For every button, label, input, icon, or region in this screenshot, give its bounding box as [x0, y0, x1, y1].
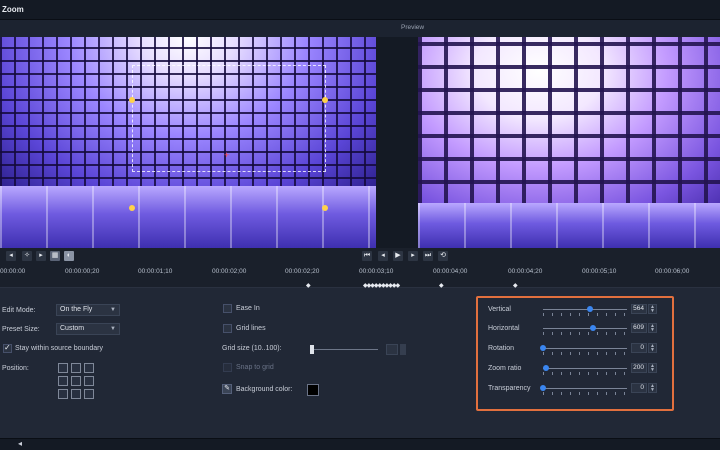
window-title: Zoom [2, 5, 24, 14]
zoom-out-icon[interactable]: ◂ [6, 251, 16, 261]
transparency-spinner[interactable]: ▲ ▼ [648, 383, 657, 393]
grid-size-slider-track[interactable] [312, 349, 378, 350]
transport-bar [0, 248, 720, 264]
timeline-ruler[interactable]: 00:00:00 00:00:00;20 00:00:01;10 00:00:0… [0, 264, 720, 289]
tick-label: 00:00:00 [0, 268, 26, 275]
vertical-spinner[interactable]: ▲ ▼ [648, 304, 657, 314]
preview-left-strip [396, 37, 418, 248]
chevron-down-icon: ▼ [110, 307, 116, 313]
selection-handle-br[interactable] [322, 205, 328, 211]
grid-size-label: Grid size (10..100): [222, 345, 282, 352]
preset-size-label: Preset Size: [2, 326, 40, 333]
horizontal-value[interactable]: 609 [631, 323, 647, 333]
background-color-swatch[interactable] [307, 384, 319, 396]
fit-view-icon[interactable]: ◐ [64, 251, 74, 261]
tick-label: 00:00:04;20 [508, 268, 543, 275]
preview-label: Preview [401, 24, 425, 31]
tick-label: 00:00:06;00 [655, 268, 690, 275]
rotation-label: Rotation [488, 345, 515, 352]
position-cell[interactable] [58, 389, 68, 399]
vertical-value[interactable]: 564 [631, 304, 647, 314]
horizontal-label: Horizontal [488, 325, 520, 332]
selection-handle-tl[interactable] [129, 97, 135, 103]
position-label: Position: [2, 365, 29, 372]
edit-mode-label: Edit Mode: [2, 307, 36, 314]
stay-within-boundary-checkbox[interactable] [3, 343, 12, 353]
preview-video-frame [418, 37, 720, 207]
grid-lines-checkbox[interactable] [223, 324, 232, 333]
preset-size-dropdown[interactable]: Custom ▼ [56, 323, 120, 335]
vertical-label: Vertical [488, 306, 511, 313]
tick-label: 00:00:02;00 [212, 268, 247, 275]
magic-wand-icon[interactable]: ✧ [22, 251, 32, 261]
horizontal-slider-track[interactable] [543, 328, 627, 329]
skip-start-icon[interactable]: ⏮ [362, 251, 372, 261]
position-cell[interactable] [58, 363, 68, 373]
step-forward-icon[interactable]: ▸ [408, 251, 418, 261]
tick-label: 00:00:00;20 [65, 268, 100, 275]
edit-mode-dropdown[interactable]: On the Fly ▼ [56, 304, 120, 316]
grid-size-input[interactable] [386, 344, 398, 355]
skip-end-icon[interactable]: ⏭ [423, 251, 433, 261]
step-back-icon[interactable]: ◂ [378, 251, 388, 261]
bottom-bar: ◂ [0, 438, 720, 450]
transparency-slider-thumb[interactable] [540, 385, 546, 391]
collapse-icon[interactable]: ◂ [18, 439, 22, 448]
snap-to-grid-label: Snap to grid [236, 364, 274, 371]
position-cell[interactable] [84, 376, 94, 386]
ease-in-label: Ease In [236, 305, 260, 312]
rotation-value[interactable]: 0 [631, 343, 647, 353]
tick-label: 00:00:03;10 [359, 268, 394, 275]
center-crosshair-icon[interactable]: + [224, 150, 229, 160]
preview-viewer [418, 37, 720, 248]
loop-icon[interactable]: ⟲ [438, 251, 448, 261]
tick-label: 00:00:04;00 [433, 268, 468, 275]
edit-mode-value: On the Fly [60, 306, 93, 313]
eyedropper-icon[interactable]: ✎ [222, 384, 232, 394]
tick-label: 00:00:01;10 [138, 268, 173, 275]
position-cell[interactable] [58, 376, 68, 386]
vertical-slider-track[interactable] [543, 309, 627, 310]
zoom-ratio-spinner[interactable]: ▲ ▼ [648, 363, 657, 373]
position-cell[interactable] [84, 363, 94, 373]
ease-in-checkbox[interactable] [223, 304, 232, 313]
viewer-divider [376, 37, 396, 248]
transparency-value[interactable]: 0 [631, 383, 647, 393]
chevron-down-icon: ▼ [110, 326, 116, 332]
rotation-slider-track[interactable] [543, 348, 627, 349]
position-grid[interactable] [58, 363, 94, 399]
position-cell[interactable] [84, 389, 94, 399]
preset-size-value: Custom [60, 325, 85, 332]
transparency-slider-track[interactable] [543, 388, 627, 389]
stay-within-boundary-label: Stay within source boundary [15, 345, 103, 352]
grid-lines-label: Grid lines [236, 325, 266, 332]
selection-handle-bl[interactable] [129, 205, 135, 211]
position-cell[interactable] [71, 376, 81, 386]
zoom-in-icon[interactable]: ▸ [36, 251, 46, 261]
background-color-label: Background color: [236, 386, 293, 393]
vertical-slider-thumb[interactable] [587, 306, 594, 312]
zoom-ratio-label: Zoom ratio [488, 365, 522, 372]
selection-handle-tr[interactable] [322, 97, 328, 103]
grid-size-spinner[interactable] [400, 344, 406, 355]
transparency-label: Transparency [488, 385, 531, 392]
grid-view-icon[interactable]: ▦ [50, 251, 60, 261]
zoom-ratio-slider-track[interactable] [543, 368, 627, 369]
position-cell[interactable] [71, 389, 81, 399]
zoom-ratio-value[interactable]: 200 [631, 363, 647, 373]
position-cell[interactable] [71, 363, 81, 373]
snap-to-grid-checkbox[interactable] [223, 363, 232, 372]
title-bar: Zoom [0, 0, 720, 20]
zoom-ratio-slider-thumb[interactable] [542, 365, 549, 371]
tick-label: 00:00:02;20 [285, 268, 320, 275]
horizontal-spinner[interactable]: ▲ ▼ [648, 323, 657, 333]
rotation-slider-thumb[interactable] [540, 345, 546, 351]
play-icon[interactable]: ▶ [393, 251, 403, 261]
grid-size-slider-thumb[interactable] [310, 345, 314, 354]
rotation-spinner[interactable]: ▲ ▼ [648, 343, 657, 353]
tick-label: 00:00:05;10 [582, 268, 617, 275]
